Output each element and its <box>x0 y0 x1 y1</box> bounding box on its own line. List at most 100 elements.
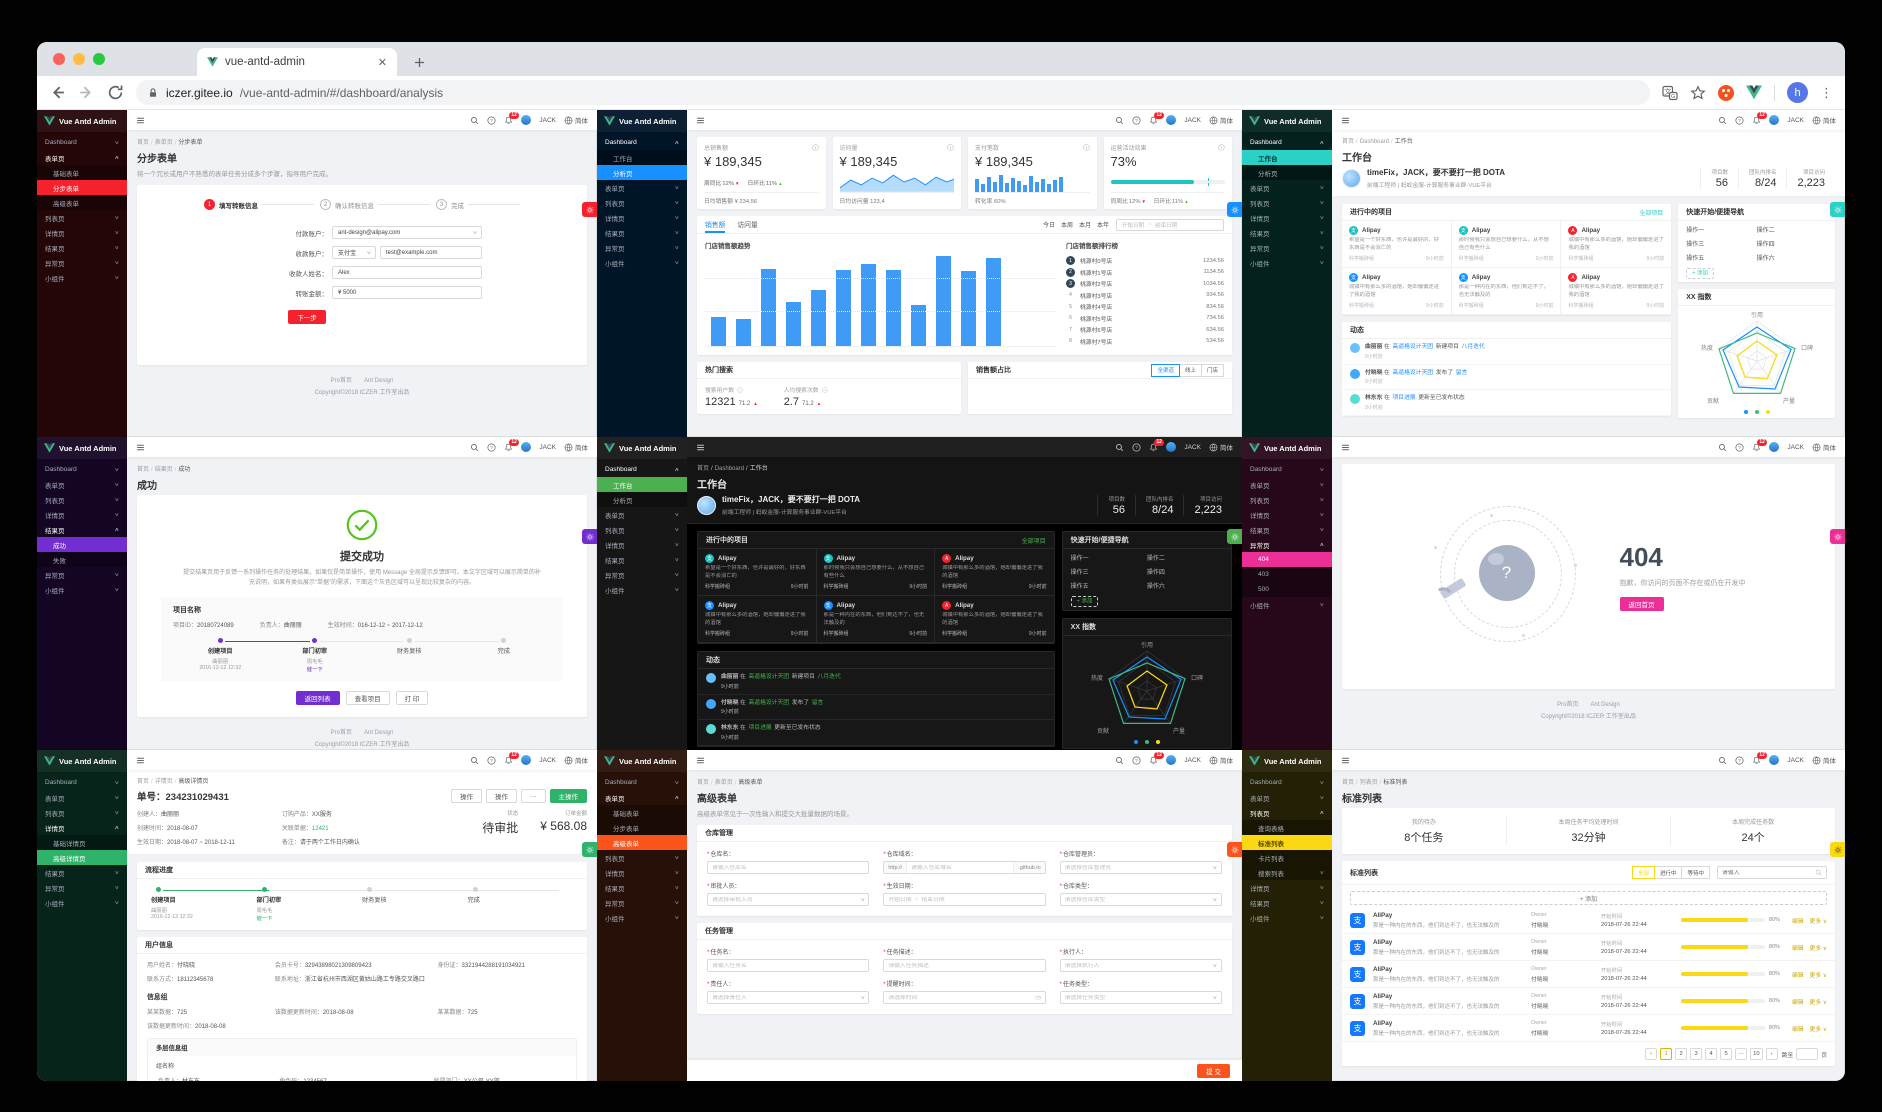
footer-link-pro[interactable]: Pro首页 <box>331 378 352 384</box>
menu-trigger-icon[interactable] <box>136 443 145 452</box>
list-search[interactable] <box>1717 866 1827 879</box>
menu-item[interactable]: 列表页 ∨ <box>37 805 127 820</box>
quick-op-link[interactable]: 操作六 <box>1147 581 1223 590</box>
page-button[interactable]: 10 <box>1750 1048 1763 1060</box>
menu-item[interactable]: 小组件 ∨ <box>1242 255 1332 270</box>
more-link[interactable]: 更多 ∨ <box>1810 916 1827 925</box>
footer-link-pro[interactable]: Pro首页 <box>331 730 352 736</box>
menu-item[interactable]: Dashboard ∧ <box>1242 135 1332 150</box>
user-avatar[interactable] <box>521 115 532 125</box>
notification-bell[interactable]: 12 <box>504 751 519 765</box>
menu-item[interactable]: 高级详情页 <box>37 850 127 865</box>
menu-item[interactable]: 异常页 ∨ <box>597 240 687 255</box>
browser-tab[interactable]: vue-antd-admin ✕ <box>197 48 397 76</box>
menu-item[interactable]: Dashboard ∨ <box>597 775 687 790</box>
close-tab-icon[interactable]: ✕ <box>378 56 387 69</box>
user-avatar[interactable] <box>1769 755 1780 765</box>
channel-toggle[interactable]: 门店 <box>1200 363 1224 377</box>
theme-settings-button[interactable] <box>1830 842 1845 857</box>
notification-bell[interactable]: 12 <box>1752 438 1767 452</box>
theme-settings-button[interactable] <box>582 202 597 217</box>
help-icon[interactable] <box>1132 756 1141 765</box>
edit-link[interactable]: 编辑 <box>1792 1024 1804 1033</box>
language-switcher[interactable]: 简体 <box>1812 442 1836 452</box>
menu-item[interactable]: 工作台 <box>597 477 687 492</box>
language-switcher[interactable]: 简体 <box>1209 442 1233 452</box>
range-shortcut[interactable]: 本周 <box>1061 220 1073 229</box>
search-icon[interactable] <box>1718 443 1727 452</box>
menu-item[interactable]: 403 <box>1242 567 1332 582</box>
menu-item[interactable]: 列表页 ∨ <box>1242 492 1332 507</box>
search-icon[interactable] <box>1115 116 1124 125</box>
footer-link-ant[interactable]: Ant Design <box>364 378 393 384</box>
project-item[interactable]: 支 Alipay 那时候我只会想自己想要什么，从不想自己有些什么 科学搬砖组 9小时… <box>816 549 936 596</box>
close-window-button[interactable] <box>53 53 65 65</box>
menu-item[interactable]: 高级表单 <box>597 835 687 850</box>
menu-item[interactable]: 列表页 ∧ <box>1242 805 1332 820</box>
language-switcher[interactable]: 简体 <box>564 115 588 125</box>
print-button[interactable]: 打 印 <box>395 691 429 706</box>
quick-op-link[interactable]: 操作三 <box>1686 239 1756 248</box>
list-filter[interactable]: 全部 <box>1631 866 1655 879</box>
app-logo[interactable]: Vue Antd Admin <box>1242 110 1332 132</box>
project-item[interactable]: 支 Alipay 那时候我只会想自己想要什么，从不想自己有些什么 科学搬砖组 9小时… <box>1451 221 1562 268</box>
language-switcher[interactable]: 简体 <box>564 442 588 452</box>
menu-item[interactable]: 详情页 ∨ <box>37 507 127 522</box>
edit-link[interactable]: 编辑 <box>1792 916 1804 925</box>
field-input[interactable] <box>708 896 857 903</box>
tab[interactable]: 销售额 <box>705 216 726 233</box>
page-button[interactable]: 5 <box>1720 1048 1733 1060</box>
menu-item[interactable]: 小组件 ∨ <box>597 582 687 597</box>
menu-item[interactable]: 列表页 ∨ <box>597 195 687 210</box>
menu-item[interactable]: 异常页 ∨ <box>597 567 687 582</box>
menu-item[interactable]: Dashboard ∨ <box>37 775 127 790</box>
menu-item[interactable]: 查询表格 <box>1242 820 1332 835</box>
user-avatar[interactable] <box>521 755 532 765</box>
operation-button[interactable]: 操作 <box>486 789 517 803</box>
search-icon[interactable] <box>1115 443 1124 452</box>
edit-link[interactable]: 编辑 <box>1792 970 1804 979</box>
user-avatar[interactable] <box>1769 115 1780 125</box>
quick-op-link[interactable]: 操作四 <box>1147 567 1223 576</box>
help-icon[interactable] <box>1132 116 1141 125</box>
menu-trigger-icon[interactable] <box>1341 756 1350 765</box>
user-avatar[interactable] <box>1166 755 1177 765</box>
menu-item[interactable]: 结果页 ∨ <box>37 240 127 255</box>
user-avatar[interactable] <box>1166 442 1177 452</box>
extension-icon[interactable] <box>1718 84 1734 101</box>
menu-item[interactable]: Dashboard ∨ <box>1242 462 1332 477</box>
tab[interactable]: 访问量 <box>737 216 757 233</box>
quick-op-link[interactable]: 操作一 <box>1071 553 1147 562</box>
menu-item[interactable]: 失败 <box>37 552 127 567</box>
menu-item[interactable]: 结果页 ∨ <box>597 225 687 240</box>
reload-icon[interactable] <box>107 84 124 101</box>
menu-item[interactable]: 详情页 ∨ <box>597 865 687 880</box>
theme-settings-button[interactable] <box>1227 202 1242 217</box>
language-switcher[interactable]: 简体 <box>1209 755 1233 765</box>
project-item[interactable]: 支 Alipay 希望是一个好东西，也许是最好的，好东西是不会消亡的 科学搬砖组 9… <box>1342 221 1452 268</box>
menu-item[interactable]: 分析页 <box>597 165 687 180</box>
menu-item[interactable]: 404 <box>1242 552 1332 567</box>
notification-bell[interactable]: 12 <box>1752 111 1767 125</box>
menu-item[interactable]: 结果页 ∨ <box>1242 225 1332 240</box>
menu-item[interactable]: 成功 <box>37 537 127 552</box>
operation-button[interactable]: 操作 <box>451 789 482 803</box>
menu-item[interactable]: 高级表单 <box>37 195 127 210</box>
menu-item[interactable]: 卡片列表 <box>1242 850 1332 865</box>
menu-item[interactable]: 详情页 ∨ <box>597 537 687 552</box>
add-item-button[interactable]: + 添加 <box>1350 891 1827 905</box>
help-icon[interactable] <box>487 443 496 452</box>
vue-devtools-icon[interactable] <box>1746 85 1762 100</box>
search-icon[interactable] <box>1115 756 1124 765</box>
page-button[interactable]: ‹ <box>1645 1048 1658 1060</box>
view-project-button[interactable]: 查看项目 <box>345 691 390 706</box>
notification-bell[interactable]: 12 <box>1149 111 1164 125</box>
page-button[interactable]: 4 <box>1705 1048 1718 1060</box>
menu-item[interactable]: 详情页 ∧ <box>37 820 127 835</box>
page-button[interactable]: › <box>1765 1048 1778 1060</box>
all-projects-link[interactable]: 全部项目 <box>1639 208 1663 217</box>
field-input[interactable] <box>708 994 857 1001</box>
field-input[interactable] <box>708 962 869 969</box>
channel-toggle[interactable]: 线上 <box>1178 363 1202 377</box>
add-quick-nav-button[interactable]: + 添加 <box>1070 595 1099 607</box>
